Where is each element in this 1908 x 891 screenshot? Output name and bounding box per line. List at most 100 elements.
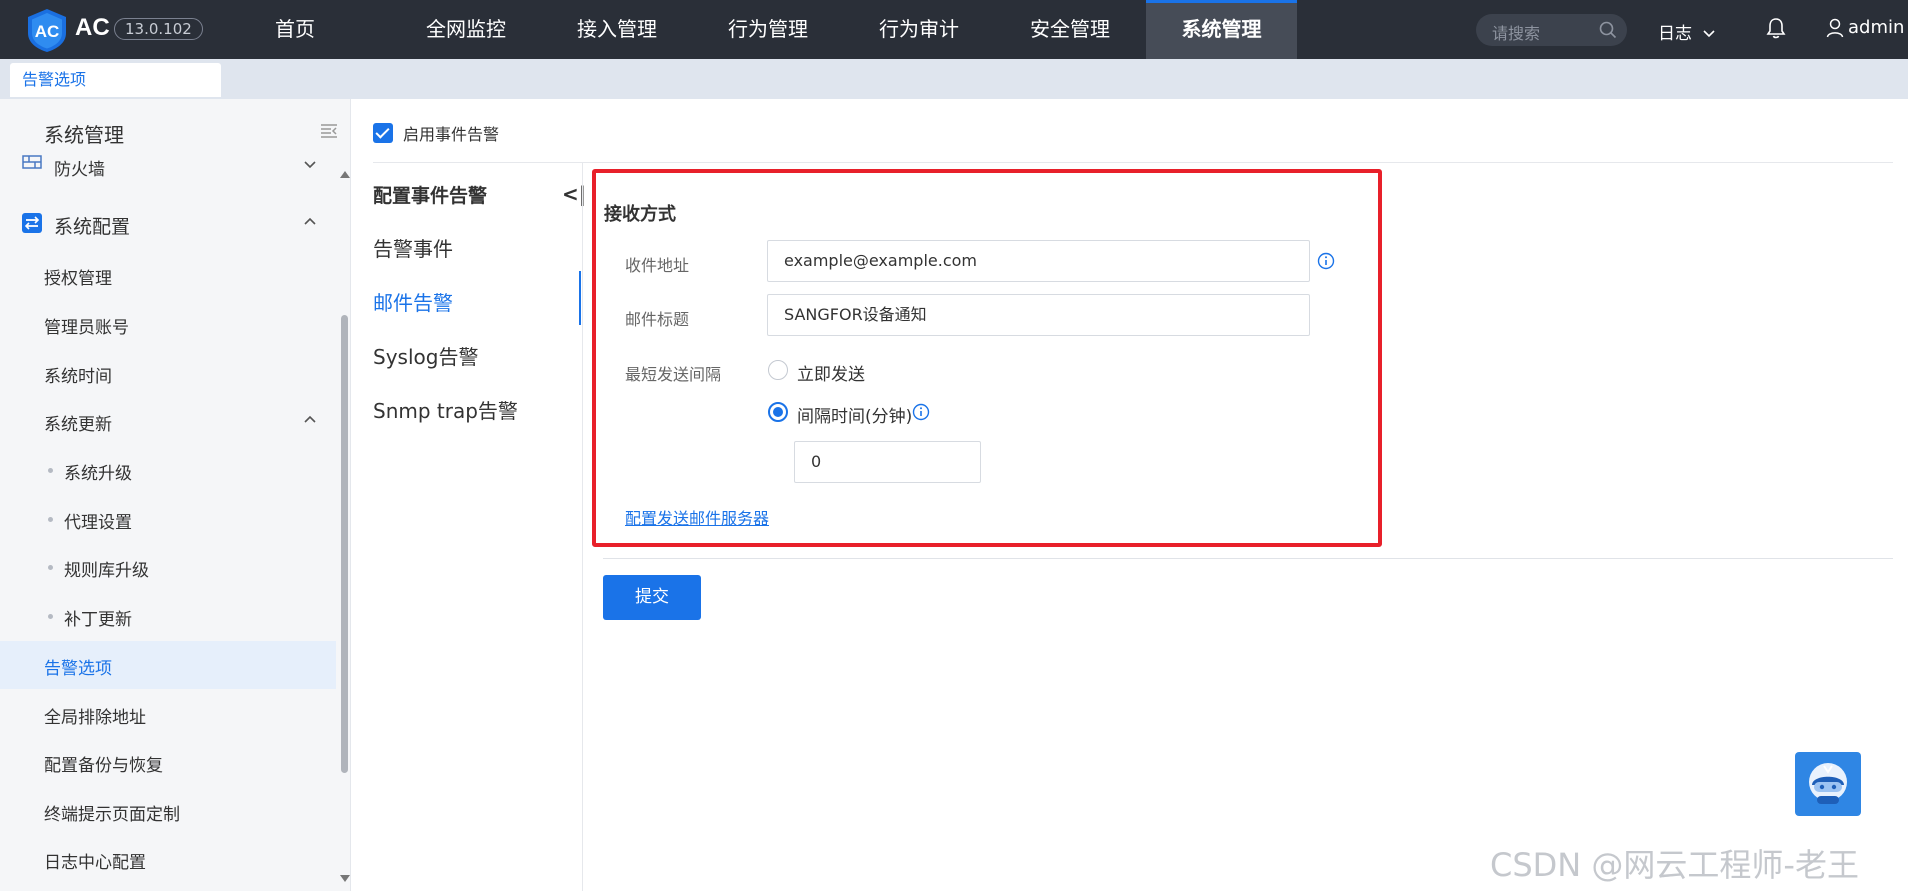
interval-label: 最短发送间隔	[625, 365, 722, 384]
sidebar-item-label: 日志中心配置	[44, 853, 146, 873]
nav-behavior-management[interactable]: 行为管理	[720, 0, 816, 59]
chevron-down-icon	[304, 161, 316, 169]
search-placeholder: 请搜索	[1492, 24, 1541, 43]
scroll-thumb[interactable]	[341, 315, 348, 773]
sidebar-item-label: 终端提示页面定制	[44, 805, 180, 825]
subnav-syslog-alert[interactable]: Syslog告警	[373, 341, 478, 370]
enable-event-alert[interactable]: 启用事件告警	[373, 121, 499, 145]
sidebar-item-system-upgrade[interactable]: 系统升级	[0, 446, 336, 494]
robot-assistant-icon	[1809, 763, 1847, 804]
tab-strip: 告警选项	[0, 59, 1908, 99]
sidebar-item-label: 系统时间	[44, 367, 112, 387]
svg-text:AC: AC	[35, 22, 60, 41]
app-brand: AC	[75, 14, 110, 41]
sidebar-item-system-time[interactable]: 系统时间	[0, 349, 336, 397]
radio-interval[interactable]	[768, 402, 788, 422]
sidebar-item-label: 代理设置	[64, 513, 132, 533]
sidebar-item-label: 补丁更新	[64, 610, 132, 630]
nav-security-management[interactable]: 安全管理	[1022, 0, 1118, 59]
chevron-up-icon	[304, 415, 316, 423]
section-title: 接收方式	[604, 204, 676, 225]
configure-mail-server-link[interactable]: 配置发送邮件服务器	[625, 505, 769, 529]
nav-network-monitor[interactable]: 全网监控	[418, 0, 514, 59]
sidebar-scrollbar[interactable]	[338, 99, 350, 891]
search-input[interactable]: 请搜索	[1476, 14, 1627, 46]
tab-alert-options[interactable]: 告警选项	[10, 63, 221, 97]
nav-behavior-audit[interactable]: 行为审计	[871, 0, 967, 59]
sidebar-item-label: 告警选项	[44, 659, 112, 679]
subnav-active-indicator	[579, 271, 581, 325]
sidebar-item-global-exclusion[interactable]: 全局排除地址	[0, 690, 336, 738]
subnav-alert-events[interactable]: 告警事件	[373, 233, 453, 262]
search-icon[interactable]	[1599, 21, 1617, 39]
radio-interval-label[interactable]: 间隔时间(分钟)	[797, 402, 912, 427]
sidebar-item-license[interactable]: 授权管理	[0, 251, 336, 299]
info-icon[interactable]	[912, 403, 930, 421]
sidebar-item-patch-update[interactable]: 补丁更新	[0, 592, 336, 640]
user-menu[interactable]: admin	[1826, 17, 1904, 38]
nav-access-management[interactable]: 接入管理	[569, 0, 665, 59]
assistant-button[interactable]	[1795, 752, 1861, 816]
sidebar-item-label: 系统升级	[64, 464, 132, 484]
submit-button[interactable]: 提交	[603, 575, 701, 620]
bullet-dot	[48, 614, 53, 619]
enable-alert-checkbox[interactable]	[373, 123, 393, 143]
subject-field[interactable]: SANGFOR设备通知	[767, 294, 1310, 336]
sidebar-item-label: 系统更新	[44, 415, 112, 435]
log-menu[interactable]: 日志	[1658, 19, 1715, 44]
menu-collapse-icon[interactable]	[320, 123, 338, 139]
sidebar-title: 系统管理	[44, 123, 124, 147]
sidebar-item-label: 配置备份与恢复	[44, 756, 163, 776]
sidebar-item-proxy-settings[interactable]: 代理设置	[0, 495, 336, 543]
subject-label: 邮件标题	[625, 310, 690, 329]
bell-icon[interactable]	[1765, 16, 1787, 40]
bullet-dot	[48, 468, 53, 473]
sidebar-item-log-center[interactable]: 日志中心配置	[0, 835, 336, 883]
nav-system-management[interactable]: 系统管理	[1146, 0, 1297, 59]
config-icon	[22, 213, 42, 233]
chevron-down-icon	[1703, 30, 1715, 38]
scroll-up-arrow[interactable]	[340, 171, 350, 178]
scroll-down-arrow[interactable]	[340, 875, 350, 882]
user-icon	[1826, 18, 1844, 37]
interval-minutes-input[interactable]: 0	[794, 441, 981, 483]
ac-logo-icon: AC	[28, 9, 66, 52]
nav-home[interactable]: 首页	[251, 0, 339, 59]
firewall-icon	[22, 155, 42, 169]
bullet-dot	[48, 565, 53, 570]
watermark: CSDN @网云工程师-老王	[1490, 846, 1859, 884]
sidebar-item-rule-db-upgrade[interactable]: 规则库升级	[0, 543, 336, 591]
log-menu-label: 日志	[1658, 24, 1692, 44]
version-badge: 13.0.102	[114, 18, 203, 40]
top-navbar: AC AC 13.0.102 首页 全网监控 接入管理 行为管理 行为审计 安全…	[0, 0, 1908, 59]
radio-immediate[interactable]	[768, 360, 788, 380]
info-icon[interactable]	[1317, 252, 1335, 270]
sidebar-item-label: 管理员账号	[44, 318, 129, 338]
chevron-up-icon	[304, 217, 316, 225]
radio-immediate-label[interactable]: 立即发送	[797, 360, 865, 385]
sidebar: 系统管理 防火墙 系统配置 授权管理 管理员账号 系统时间 系统更新 系统升级 …	[0, 99, 351, 891]
sidebar-item-label: 防火墙	[54, 160, 105, 179]
sidebar-item-system-update[interactable]: 系统更新	[0, 397, 336, 445]
bullet-dot	[48, 517, 53, 522]
subnav-divider	[582, 163, 583, 891]
sidebar-item-alert-options[interactable]: 告警选项	[0, 641, 336, 689]
sidebar-item-terminal-page[interactable]: 终端提示页面定制	[0, 787, 336, 835]
sidebar-item-firewall[interactable]: 防火墙	[0, 149, 336, 179]
sidebar-group-system-config[interactable]: 系统配置	[0, 199, 336, 247]
subnav-snmp-trap-alert[interactable]: Snmp trap告警	[373, 395, 518, 424]
divider	[373, 162, 1893, 163]
divider	[603, 558, 1893, 559]
sidebar-group-label: 系统配置	[54, 216, 131, 238]
recipient-label: 收件地址	[625, 256, 690, 275]
enable-alert-label: 启用事件告警	[403, 125, 500, 144]
recipient-field[interactable]: example@example.com	[767, 240, 1310, 282]
sidebar-item-label: 授权管理	[44, 269, 112, 289]
sidebar-item-label: 规则库升级	[64, 561, 149, 581]
sidebar-item-admin-accounts[interactable]: 管理员账号	[0, 300, 336, 348]
sidebar-item-label: 全局排除地址	[44, 708, 146, 728]
sidebar-item-backup-restore[interactable]: 配置备份与恢复	[0, 738, 336, 786]
username: admin	[1848, 17, 1905, 38]
subnav-title: 配置事件告警	[373, 185, 488, 207]
subnav-email-alert[interactable]: 邮件告警	[373, 287, 453, 316]
